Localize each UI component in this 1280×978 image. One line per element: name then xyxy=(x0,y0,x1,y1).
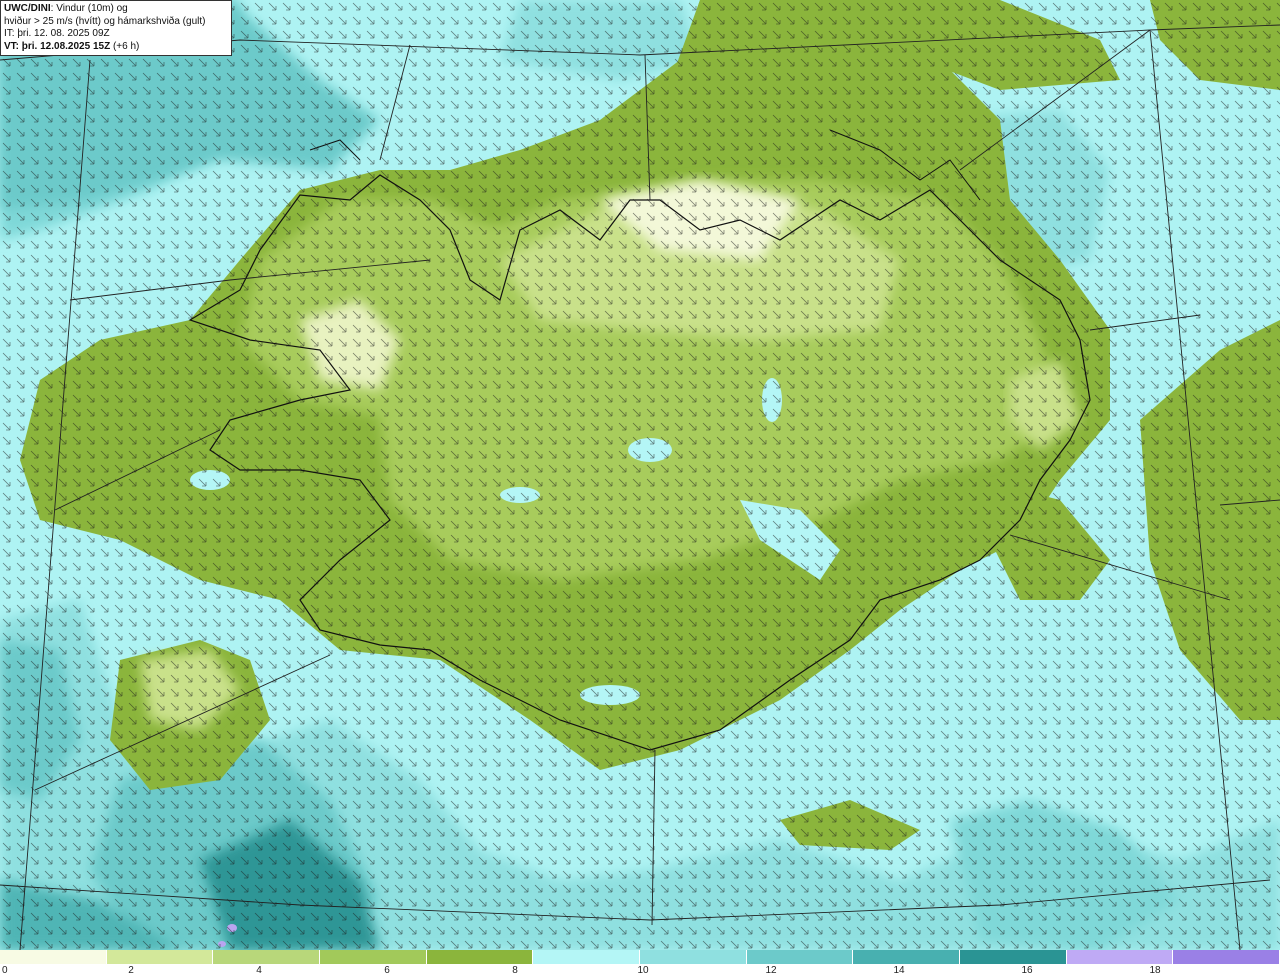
colorbar-tick-16: 16 xyxy=(1021,965,1033,976)
colorbar-swatch-11 xyxy=(1173,950,1280,964)
variable-name: : Vindur (10m) og xyxy=(50,3,128,14)
colorbar-tick-0: 0 xyxy=(2,965,8,976)
colorbar-tick-8: 8 xyxy=(512,965,518,976)
wind-map[interactable] xyxy=(0,0,1280,950)
colorbar-swatch-9 xyxy=(960,950,1067,964)
forecast-info-box: UWC/DINI: Vindur (10m) og hviður > 25 m/… xyxy=(0,0,232,56)
colorbar-tick-2: 2 xyxy=(128,965,134,976)
colorbar-legend: 0 2 4 6 8 10 12 14 16 18 xyxy=(0,950,1280,978)
info-line-valid-time: VT: þri. 12.08.2025 15Z (+6 h) xyxy=(4,41,228,54)
model-name: UWC/DINI xyxy=(4,3,51,14)
colorbar-swatch-10 xyxy=(1066,950,1174,964)
colorbar-swatch-0 xyxy=(0,950,107,964)
info-line-gusts: hviður > 25 m/s (hvítt) og hámarkshviða … xyxy=(4,15,206,27)
wind-arrows-overlay xyxy=(0,0,1280,950)
colorbar-tick-14: 14 xyxy=(893,965,905,976)
colorbar-tick-4: 4 xyxy=(256,965,262,976)
map-viewer: UWC/DINI: Vindur (10m) og hviður > 25 m/… xyxy=(0,0,1280,978)
colorbar-tick-12: 12 xyxy=(765,965,777,976)
colorbar-tick-18: 18 xyxy=(1149,965,1161,976)
colorbar-swatch-5 xyxy=(533,950,641,964)
colorbar-swatches xyxy=(0,950,1280,964)
colorbar-swatch-2 xyxy=(213,950,321,964)
colorbar-swatch-1 xyxy=(106,950,214,964)
colorbar-swatch-6 xyxy=(640,950,747,964)
valid-time: VT: þri. 12.08.2025 15Z xyxy=(4,40,111,52)
colorbar-swatch-4 xyxy=(426,950,534,964)
colorbar-swatch-3 xyxy=(320,950,427,964)
colorbar-tick-10: 10 xyxy=(637,965,649,976)
colorbar-swatch-7 xyxy=(746,950,854,964)
lead-time: (+6 h) xyxy=(110,40,140,52)
info-line-title: UWC/DINI: Vindur (10m) og xyxy=(4,3,228,16)
colorbar-tick-6: 6 xyxy=(384,965,390,976)
info-line-init-time: IT: þri. 12. 08. 2025 09Z xyxy=(4,28,110,39)
colorbar-swatch-8 xyxy=(853,950,961,964)
